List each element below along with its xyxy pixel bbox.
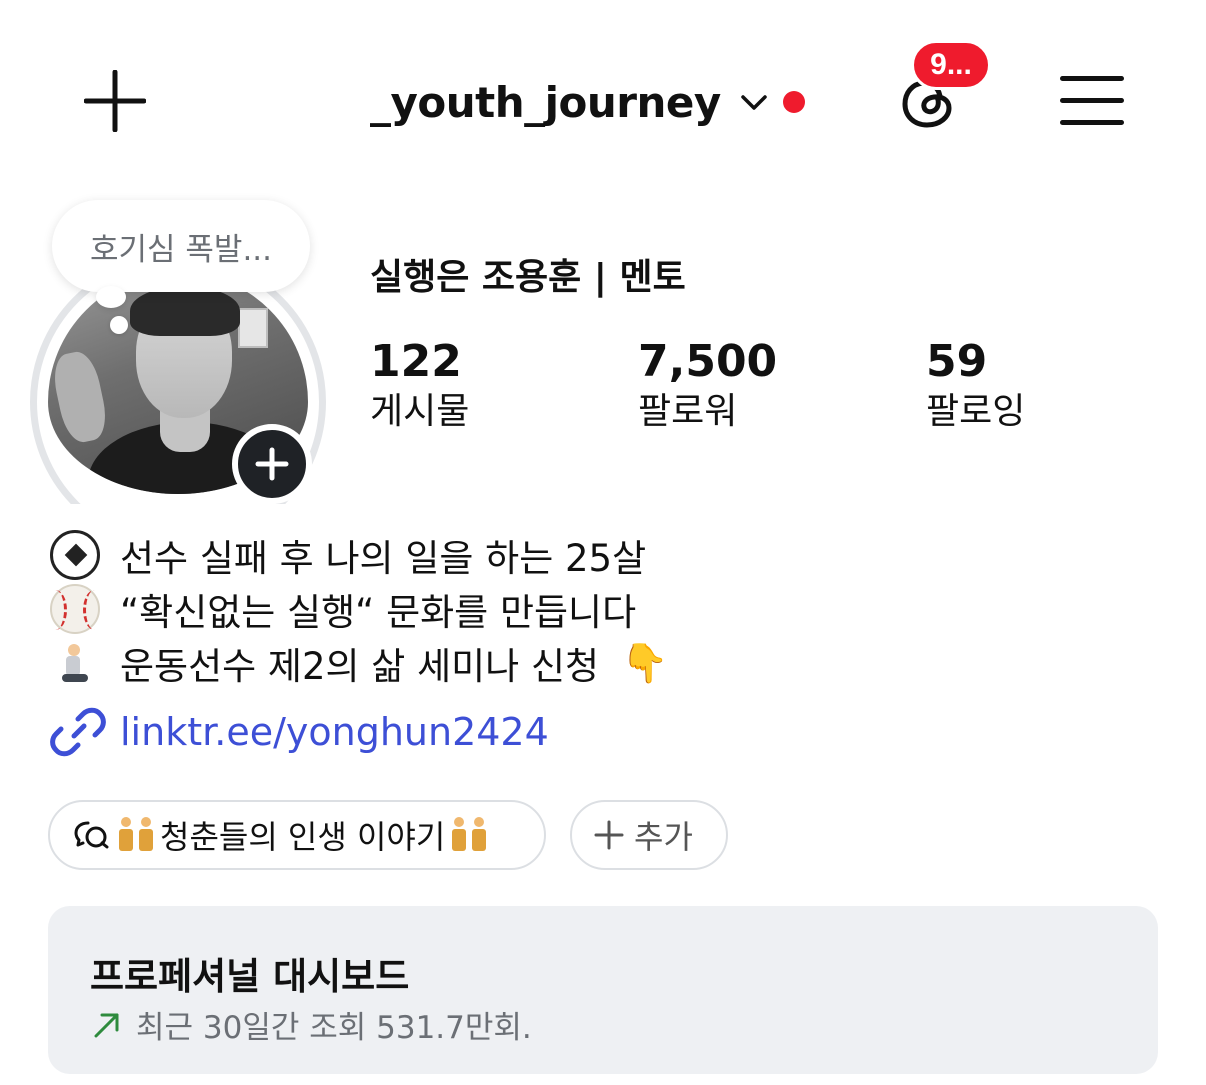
bio-line: 선수 실패 후 나의 일을 하는 25살 bbox=[50, 528, 1150, 582]
create-button[interactable] bbox=[83, 69, 147, 133]
bio-text: “확신없는 실행“ 문화를 만듭니다 bbox=[120, 591, 637, 634]
add-story-button[interactable] bbox=[232, 424, 312, 504]
display-name: 실행은 조용훈 | 멘토 bbox=[370, 257, 686, 298]
note-bubble-tail-dot bbox=[110, 316, 128, 334]
bio-text: 운동선수 제2의 삶 세미나 신청 bbox=[120, 645, 600, 688]
pointing-down-icon: 👇 bbox=[621, 640, 669, 685]
plus-icon bbox=[83, 69, 147, 133]
stat-value: 7,500 bbox=[638, 336, 778, 387]
couple-icon bbox=[449, 817, 489, 853]
top-bar: _youth_journey 9... bbox=[0, 0, 1206, 200]
unread-dot bbox=[782, 91, 805, 113]
broadcast-channel-chip[interactable]: 청춘들의 인생 이야기 bbox=[48, 800, 546, 870]
link-icon bbox=[50, 707, 106, 757]
bio: 선수 실패 후 나의 일을 하는 25살 “확신없는 실행“ 문화를 만듭니다 … bbox=[50, 528, 1150, 762]
bio-text: 선수 실패 후 나의 일을 하는 25살 bbox=[120, 537, 647, 580]
bio-link[interactable]: linktr.ee/yonghun2424 bbox=[50, 702, 1150, 762]
stat-value: 122 bbox=[370, 336, 462, 387]
avatar-hair bbox=[130, 286, 240, 336]
stat-posts[interactable]: 122 게시물 bbox=[370, 336, 469, 436]
background-photo-frame bbox=[238, 308, 268, 348]
kneeling-person-icon bbox=[50, 636, 106, 690]
username: _youth_journey bbox=[370, 77, 721, 127]
professional-dashboard[interactable]: 프로페셔널 대시보드 최근 30일간 조회 531.7만회. bbox=[48, 906, 1158, 1074]
soccer-ball-icon bbox=[50, 528, 106, 582]
note-bubble[interactable]: 호기심 폭발... bbox=[52, 200, 310, 292]
hamburger-icon-line bbox=[1060, 120, 1124, 125]
couple-icon bbox=[116, 817, 156, 853]
stat-value: 59 bbox=[926, 336, 988, 387]
chat-bubbles-icon bbox=[74, 821, 109, 849]
stat-label: 팔로잉 bbox=[926, 391, 1026, 432]
stat-label: 게시물 bbox=[370, 391, 470, 432]
soccer-ball-shape bbox=[50, 530, 100, 580]
baseball-shape bbox=[50, 584, 100, 634]
trending-up-arrow-icon bbox=[94, 1013, 119, 1037]
plus-icon bbox=[594, 820, 624, 850]
menu-button[interactable] bbox=[1060, 72, 1124, 128]
channel-label: 청춘들의 인생 이야기 bbox=[160, 818, 446, 856]
dashboard-subtitle-row: 최근 30일간 조회 531.7만회. bbox=[90, 1002, 532, 1047]
kneel-head bbox=[68, 644, 80, 656]
avatar-hand bbox=[49, 348, 111, 446]
chevron-down-icon bbox=[741, 95, 767, 110]
add-label: 추가 bbox=[634, 818, 693, 856]
dashboard-subtitle: 최근 30일간 조회 531.7만회. bbox=[136, 1010, 532, 1046]
baseball-icon bbox=[50, 582, 106, 636]
bio-line: 운동선수 제2의 삶 세미나 신청 👇 bbox=[50, 636, 1150, 690]
kneeling-person-shape bbox=[50, 638, 100, 688]
dashboard-title: 프로페셔널 대시보드 bbox=[90, 955, 410, 998]
stat-followers[interactable]: 7,500 팔로워 bbox=[638, 336, 777, 436]
note-bubble-tail bbox=[96, 286, 126, 308]
note-text: 호기심 폭발... bbox=[89, 231, 272, 268]
stat-label: 팔로워 bbox=[638, 391, 738, 432]
bio-line: “확신없는 실행“ 문화를 만듭니다 bbox=[50, 582, 1150, 636]
plus-icon bbox=[255, 447, 289, 481]
threads-notification-badge: 9... bbox=[911, 40, 991, 90]
link-text: linktr.ee/yonghun2424 bbox=[120, 710, 549, 754]
hamburger-icon-line bbox=[1060, 98, 1124, 103]
stat-following[interactable]: 59 팔로잉 bbox=[926, 336, 1025, 436]
kneel-body bbox=[66, 656, 80, 676]
kneel-legs bbox=[62, 674, 88, 682]
account-switcher[interactable]: _youth_journey bbox=[370, 72, 805, 132]
add-chip-button[interactable]: 추가 bbox=[570, 800, 728, 870]
hamburger-icon bbox=[1060, 76, 1124, 81]
